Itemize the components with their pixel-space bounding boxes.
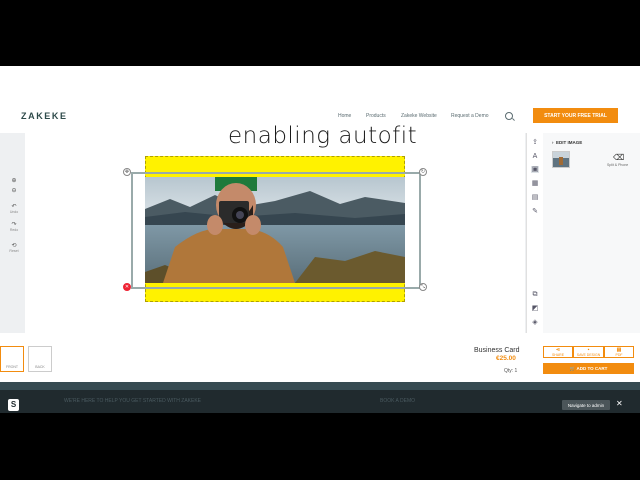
- selection-left-edge: [131, 172, 133, 289]
- add-to-cart-button[interactable]: 🛒 ADD TO CART: [543, 363, 634, 374]
- side-front[interactable]: FRONT: [0, 346, 24, 372]
- side-back[interactable]: BACK: [28, 346, 52, 372]
- product-name: Business Card: [474, 347, 520, 354]
- resize-handle-icon[interactable]: ⤡: [419, 283, 427, 291]
- nav-request-demo[interactable]: Request a Demo: [451, 113, 489, 119]
- save-design-button[interactable]: ▪ SAVE DESIGN: [573, 346, 604, 358]
- search-icon[interactable]: [505, 112, 513, 120]
- nav-zakeke-website[interactable]: Zakeke Website: [401, 113, 437, 119]
- selection-top-edge: [131, 172, 421, 174]
- site-footer: S WE'RE HERE TO HELP YOU GET STARTED WIT…: [0, 382, 640, 413]
- product-bar: FRONT BACK Business Card €25.00 Qty: 1 ⋖…: [0, 333, 640, 380]
- edit-image-panel: › EDIT IMAGE ⌫ Split & Phone: [543, 133, 640, 333]
- share-button[interactable]: ⋖ SHARE: [543, 346, 573, 358]
- photographer-image[interactable]: [145, 177, 405, 283]
- browser-page: ZAKEKE Home Products Zakeke Website Requ…: [0, 66, 640, 413]
- layers-icon[interactable]: ◈: [531, 319, 539, 326]
- zakeke-logo[interactable]: ZAKEKE: [21, 111, 68, 121]
- save-design-label: SAVE DESIGN: [576, 353, 601, 357]
- image-icon[interactable]: ▣: [531, 166, 539, 173]
- product-price: €25.00: [496, 355, 516, 362]
- panel-title-label: EDIT IMAGE: [556, 140, 583, 145]
- start-free-trial-button[interactable]: START YOUR FREE TRIAL: [533, 108, 618, 123]
- thumbnail-svg: [553, 152, 569, 167]
- shopify-icon[interactable]: S: [8, 399, 19, 411]
- rotate-handle-icon[interactable]: ↻: [419, 168, 427, 176]
- remove-background-label: Split & Phone: [607, 163, 629, 167]
- delete-handle-icon[interactable]: ✕: [123, 283, 131, 291]
- selection-right-edge: [419, 172, 421, 289]
- cart-icon: 🛒: [569, 365, 577, 371]
- side-back-label: BACK: [35, 365, 45, 369]
- zoom-out-icon[interactable]: ⊖: [8, 187, 20, 194]
- shopify-admin-bar: S WE'RE HERE TO HELP YOU GET STARTED WIT…: [0, 390, 640, 413]
- editor-toolbar: ⇪ A ▣ ▦ ▤ ✎ ⧉ ◩ ◈: [526, 133, 544, 333]
- footer-cta-text: WE'RE HERE TO HELP YOU GET STARTED WITH …: [64, 398, 202, 404]
- navigate-to-admin-button[interactable]: Navigate to admin: [562, 400, 610, 410]
- zoom-in-icon[interactable]: ⊕: [8, 177, 20, 184]
- canvas-text[interactable]: enabling autofit: [228, 123, 417, 149]
- nav-home[interactable]: Home: [338, 113, 351, 119]
- product-quantity[interactable]: Qty: 1: [504, 368, 517, 374]
- reset-label: Reset: [9, 249, 19, 253]
- reset-button[interactable]: ⟲ Reset: [8, 242, 20, 253]
- close-icon[interactable]: ✕: [616, 399, 623, 408]
- side-front-label: FRONT: [5, 365, 19, 369]
- undo-button[interactable]: ↶ Undo: [8, 203, 20, 214]
- pdf-button[interactable]: ▤ PDF: [604, 346, 634, 358]
- share-label: SHARE: [551, 353, 565, 357]
- add-to-cart-label: ADD TO CART: [576, 366, 608, 371]
- nav-products[interactable]: Products: [366, 113, 386, 119]
- brush-icon[interactable]: ✎: [531, 208, 539, 215]
- undo-label: Undo: [9, 210, 19, 214]
- text-icon[interactable]: A: [531, 153, 539, 160]
- panel-title[interactable]: › EDIT IMAGE: [552, 140, 582, 145]
- selection-bottom-edge: [131, 287, 421, 289]
- move-handle-icon[interactable]: ✥: [123, 168, 131, 176]
- grid-icon[interactable]: ▦: [531, 180, 539, 187]
- image-thumbnail[interactable]: [552, 151, 570, 168]
- redo-label: Redo: [9, 228, 19, 232]
- redo-button[interactable]: ↷ Redo: [8, 221, 20, 232]
- footer-book-demo[interactable]: BOOK A DEMO: [380, 398, 415, 404]
- pdf-label: PDF: [615, 353, 623, 357]
- copy-icon[interactable]: ⧉: [531, 291, 539, 298]
- upload-icon[interactable]: ⇪: [531, 139, 539, 146]
- gallery-icon[interactable]: ▤: [531, 194, 539, 201]
- photo-svg: [145, 177, 405, 283]
- eraser-icon[interactable]: ⌫: [613, 153, 624, 162]
- image-fill-icon[interactable]: ◩: [531, 305, 539, 312]
